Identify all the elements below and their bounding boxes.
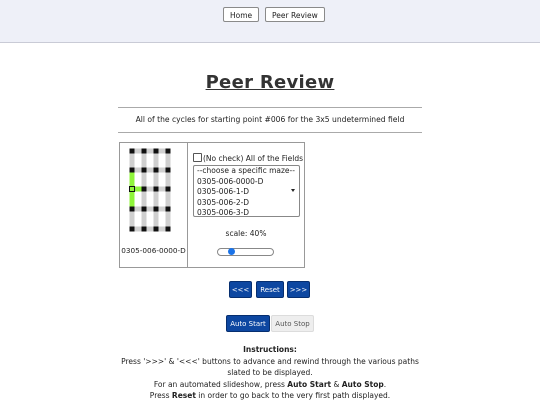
maze-node xyxy=(165,186,171,192)
home-button[interactable]: Home xyxy=(223,7,260,22)
top-divider xyxy=(118,107,422,108)
maze-node xyxy=(165,148,171,154)
no-check-row: (No check) All of the Fields xyxy=(193,153,303,163)
maze-node xyxy=(129,206,135,212)
maze-edge xyxy=(129,151,135,170)
maze-node xyxy=(141,167,147,173)
maze-edge xyxy=(165,170,171,189)
maze-label: 0305-006-0000-D xyxy=(121,246,186,255)
maze-edge xyxy=(129,209,135,229)
select-option[interactable]: 0305-006-0000-D xyxy=(194,177,299,188)
scale-label: scale: 40% xyxy=(225,229,267,238)
maze-start-node xyxy=(129,186,135,192)
maze-edge xyxy=(165,189,171,209)
auto-stop-button[interactable]: Auto Stop xyxy=(271,315,314,332)
maze-panel: 0305-006-0000-D (No check) All of the Fi… xyxy=(119,142,305,268)
maze-preview xyxy=(129,148,171,232)
peer-review-nav-button[interactable]: Peer Review xyxy=(265,7,325,22)
reset-button[interactable]: Reset xyxy=(256,281,284,298)
no-check-label: (No check) All of the Fields xyxy=(203,154,303,163)
maze-node xyxy=(141,206,147,212)
instructions-line-1: Press '>>>' & '<<<' buttons to advance a… xyxy=(121,356,419,378)
chevron-down-icon[interactable] xyxy=(291,189,295,192)
scale-slider-thumb[interactable] xyxy=(227,247,235,255)
select-option[interactable]: 0305-006-1-D xyxy=(194,187,299,198)
instructions-line-2: For an automated slideshow, press Auto S… xyxy=(153,379,387,389)
previous-button[interactable]: <<< xyxy=(229,281,252,298)
scale-slider[interactable] xyxy=(217,248,274,256)
maze-node xyxy=(129,148,135,154)
maze-node xyxy=(165,206,171,212)
maze-edge xyxy=(141,151,147,170)
maze-node xyxy=(141,186,147,192)
maze-edge xyxy=(153,170,159,189)
page-title: Peer Review xyxy=(205,72,335,93)
select-option[interactable]: 0305-006-3-D xyxy=(194,208,299,216)
maze-node xyxy=(165,226,171,232)
next-button[interactable]: >>> xyxy=(287,281,310,298)
maze-node xyxy=(165,167,171,173)
maze-select[interactable]: --choose a specific maze-- 0305-006-0000… xyxy=(193,165,300,217)
no-check-checkbox[interactable] xyxy=(193,153,202,162)
maze-node xyxy=(153,186,159,192)
auto-start-button[interactable]: Auto Start xyxy=(226,315,270,332)
instructions-block: Instructions: Press '>>>' & '<<<' button… xyxy=(110,344,430,402)
maze-edge xyxy=(165,151,171,170)
maze-node xyxy=(153,167,159,173)
select-option[interactable]: 0305-006-2-D xyxy=(194,198,299,209)
bottom-divider xyxy=(118,132,422,133)
maze-preview-cell: 0305-006-0000-D xyxy=(120,143,188,267)
maze-node xyxy=(129,167,135,173)
maze-node xyxy=(153,226,159,232)
maze-node xyxy=(153,206,159,212)
maze-edge xyxy=(153,189,159,209)
top-navigation-bar: Home Peer Review xyxy=(0,0,540,43)
select-option[interactable]: --choose a specific maze-- xyxy=(194,166,299,177)
maze-node xyxy=(141,148,147,154)
maze-edge xyxy=(141,209,147,229)
instructions-heading: Instructions: xyxy=(243,345,297,354)
page-subtitle: All of the cycles for starting point #00… xyxy=(135,115,405,124)
maze-edge xyxy=(153,209,159,229)
maze-edge xyxy=(165,209,171,229)
maze-node xyxy=(141,226,147,232)
maze-node xyxy=(153,148,159,154)
maze-node xyxy=(129,226,135,232)
maze-edge xyxy=(141,170,147,189)
instructions-line-3: Press Reset in order to go back to the v… xyxy=(149,391,391,400)
maze-edge xyxy=(141,189,147,209)
maze-edge xyxy=(153,151,159,170)
